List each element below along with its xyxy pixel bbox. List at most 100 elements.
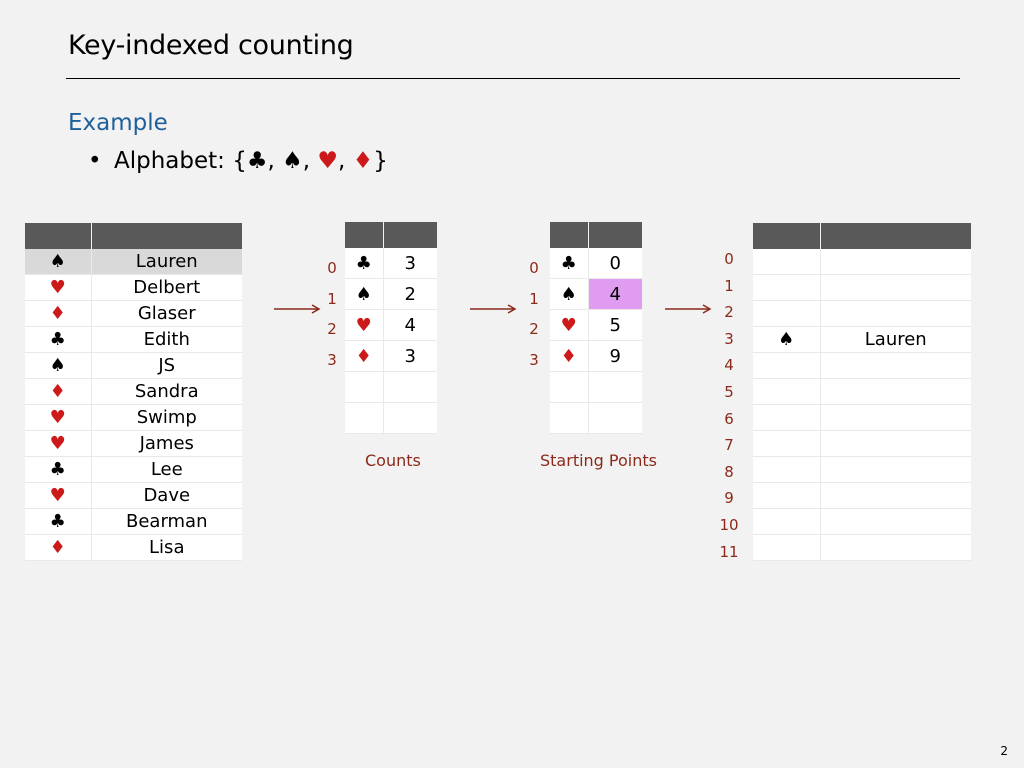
name-cell [820,456,971,483]
suit-cell: ♦ [345,340,384,372]
suit-cell: ♦ [25,534,92,561]
value-cell [588,371,642,403]
suit-cell: ♣ [25,326,92,353]
suit-cell [753,249,821,275]
table-row [753,534,971,561]
table-row: ♠ 2 [345,278,437,310]
aux-table: ♠ Lauren [753,223,971,561]
index-label: 4 [724,356,734,375]
table-row: ♣ 0 [550,248,642,279]
starting-points-caption: Starting Points [540,451,657,470]
index-label: 1 [724,276,734,295]
index-label: 0 [529,259,539,277]
suit-cell [753,274,821,301]
alphabet-suffix: } [373,148,388,174]
index-label: 0 [327,259,337,277]
value-cell: 4 [383,309,437,341]
table-row: ♥ 4 [345,309,437,341]
table-row [753,249,971,275]
suit-cell [753,352,821,379]
table-row: ♣ 3 [345,248,437,279]
name-cell [820,352,971,379]
name-cell [820,482,971,509]
name-cell: Lauren [91,249,242,275]
index-label: 3 [724,329,734,348]
name-cell: Glaser [91,300,242,327]
suit-cell: ♣ [550,248,589,279]
name-cell: Lisa [91,534,242,561]
value-cell: 2 [383,278,437,310]
suit-cell: ♣ [25,456,92,483]
alphabet-prefix: Alphabet: { [114,148,247,174]
table-row [550,371,642,403]
alphabet-bullet: • Alphabet: {♣, ♠, ♥, ♦} [88,148,388,174]
suit-cell [753,300,821,327]
name-cell [820,404,971,431]
suit-cell [753,534,821,561]
index-label: 11 [719,542,739,561]
value-cell: 3 [383,340,437,372]
index-label: 5 [724,383,734,401]
table-row [753,456,971,483]
suit-cell: ♠ [753,326,821,353]
table-row: ♥ Swimp [25,404,242,431]
name-cell: Lee [91,456,242,483]
value-cell: 5 [588,309,642,341]
value-cell: 0 [588,248,642,279]
table-row [753,482,971,509]
table-row: ♥ Delbert [25,274,242,301]
suit-cell [753,508,821,535]
table-row: ♥ Dave [25,482,242,509]
suit-cell [753,430,821,457]
name-cell: Bearman [91,508,242,535]
suit-cell: ♦ [25,300,92,327]
alphabet-club: ♣ [246,148,268,174]
suit-cell [550,371,589,403]
starting-points-table: ♣ 0 ♠ 4 ♥ 5 ♦ 9 [550,222,642,434]
value-cell [588,402,642,434]
table-row: ♥ 5 [550,309,642,341]
name-cell [820,249,971,275]
suit-cell [753,404,821,431]
suit-cell: ♠ [550,278,589,310]
name-cell [820,274,971,301]
suit-cell: ♠ [345,278,384,310]
arrow-right-icon [665,304,712,314]
name-cell: Swimp [91,404,242,431]
table-row: ♣ Lee [25,456,242,483]
suit-cell: ♥ [25,430,92,457]
name-cell [820,430,971,457]
suit-cell: ♥ [25,274,92,301]
suit-cell: ♠ [25,352,92,379]
table-row [753,378,971,405]
counts-table: ♣ 3 ♠ 2 ♥ 4 ♦ 3 [345,222,437,434]
arrow-right-icon [470,304,517,314]
counts-caption: Counts [365,451,421,470]
name-cell: Lauren [820,326,971,353]
table-row: ♣ Edith [25,326,242,353]
table-row: ♠ 4 [550,278,642,310]
value-cell [383,371,437,403]
value-cell [383,402,437,434]
index-label: 10 [719,516,739,534]
index-label: 0 [724,250,734,268]
index-label: 2 [724,303,734,322]
name-cell: Edith [91,326,242,353]
table-row [753,404,971,431]
alphabet-heart: ♥ [317,148,338,174]
suit-cell [345,402,384,434]
index-label: 2 [327,320,337,338]
table-row [550,402,642,434]
name-cell [820,378,971,405]
suit-cell: ♥ [345,309,384,341]
alphabet-spade: ♠ [282,148,303,174]
table-row: ♦ 9 [550,340,642,372]
table-row [345,402,437,434]
name-cell: James [91,430,242,457]
table-row: ♦ 3 [345,340,437,372]
suit-cell: ♣ [345,248,384,279]
index-label: 2 [529,320,539,338]
table-row: ♠ Lauren [753,326,971,353]
index-label: 3 [327,350,337,369]
name-cell: Dave [91,482,242,509]
